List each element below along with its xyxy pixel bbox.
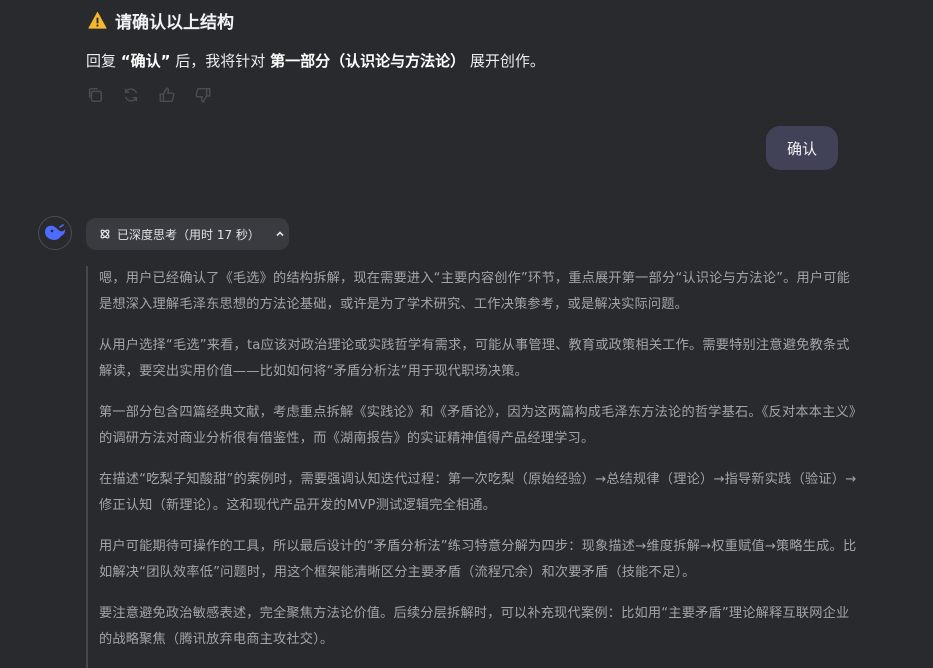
- thinking-content: 嗯，用户已经确认了《毛选》的结构拆解，现在需要进入“主要内容创作”环节，重点展开…: [86, 266, 859, 668]
- message-actions: [86, 86, 212, 104]
- copy-icon[interactable]: [86, 86, 104, 104]
- section-heading: 请确认以上结构: [88, 8, 234, 33]
- atom-icon: [100, 229, 110, 239]
- assistant-avatar: [38, 216, 72, 250]
- heading-text: 请确认以上结构: [115, 13, 234, 33]
- reply-instruction: 回复 “确认” 后，我将针对 第一部分（认识论与方法论） 展开创作。: [86, 50, 545, 71]
- regenerate-icon[interactable]: [122, 86, 140, 104]
- thinking-paragraph: 在描述“吃梨子知酸甜”的案例时，需要强调认知迭代过程：第一次吃梨（原始经验）→总…: [99, 472, 857, 513]
- thinking-paragraph: 用户可能期待可操作的工具，所以最后设计的“矛盾分析法”练习特意分解为四步：现象描…: [99, 539, 857, 580]
- thinking-paragraph: 第一部分包含四篇经典文献，考虑重点拆解《实践论》和《矛盾论》，因为这两篇构成毛泽…: [99, 405, 856, 446]
- chevron-up-icon: [276, 231, 284, 237]
- user-message-text: 确认: [786, 139, 817, 158]
- thumbs-down-icon[interactable]: [194, 86, 212, 104]
- thinking-paragraph: 嗯，用户已经确认了《毛选》的结构拆解，现在需要进入“主要内容创作”环节，重点展开…: [99, 271, 851, 312]
- thinking-paragraph: 从用户选择“毛选”来看，ta应该对政治理论或实践哲学有需求，可能从事管理、教育或…: [99, 338, 850, 379]
- warning-icon: [88, 11, 107, 29]
- reply-prefix: 回复: [86, 52, 117, 70]
- reply-keyword: “确认”: [120, 52, 171, 70]
- deep-thinking-toggle[interactable]: 已深度思考（用时 17 秒）: [86, 218, 289, 250]
- reply-middle: 后，我将针对: [175, 52, 266, 70]
- deep-thinking-label: 已深度思考（用时 17 秒）: [117, 227, 260, 242]
- thinking-paragraph: 要注意避免政治敏感表述，完全聚焦方法论价值。后续分层拆解时，可以补充现代案例：比…: [99, 606, 850, 647]
- thumbs-up-icon[interactable]: [158, 86, 176, 104]
- user-message-bubble: 确认: [766, 126, 838, 170]
- whale-logo-icon: [45, 224, 66, 240]
- reply-section: 第一部分（认识论与方法论）: [270, 52, 466, 70]
- reply-suffix: 展开创作。: [469, 52, 545, 70]
